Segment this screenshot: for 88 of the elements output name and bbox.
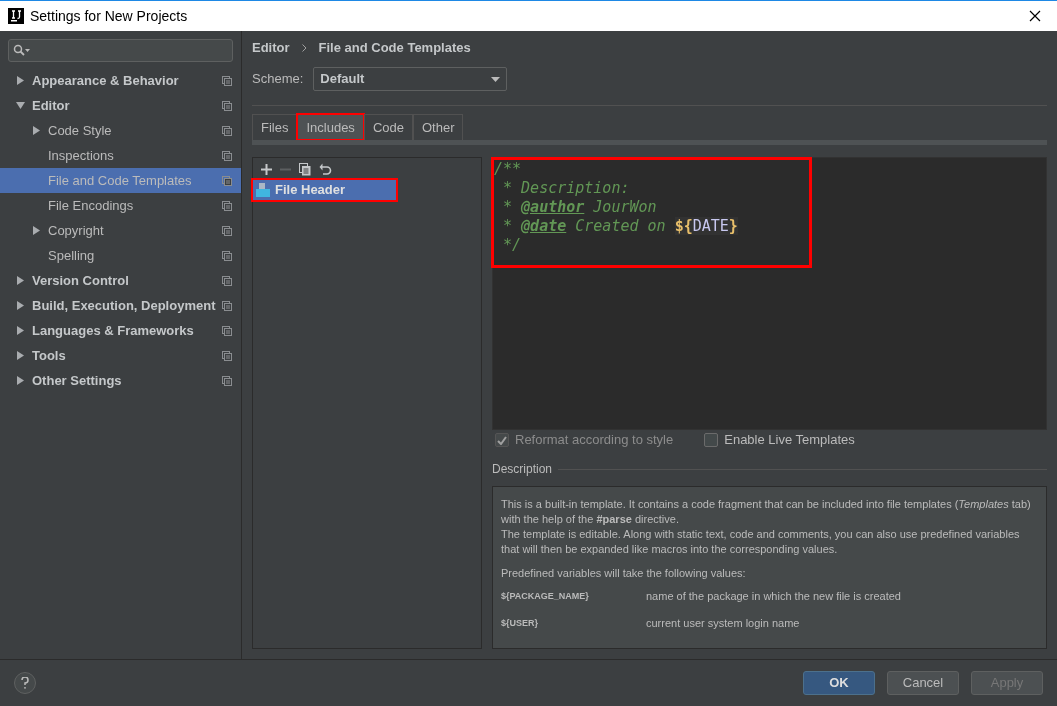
tree-item[interactable]: Languages & Frameworks xyxy=(0,318,241,343)
tree-item-label: File and Code Templates xyxy=(48,171,193,190)
app-logo-icon xyxy=(8,8,24,24)
description-text: Predefined variables will take the following values: xyxy=(501,566,747,581)
expand-arrow-icon[interactable] xyxy=(16,301,25,310)
tree-item[interactable]: Other Settings xyxy=(0,368,241,393)
tree-item-label: Languages & Frameworks xyxy=(32,321,195,340)
description-text: This is a built-in template. It contains a code fragment that can be included into file templates (Templates tab) with the help of the #parse directive. xyxy=(501,497,1032,527)
tree-item[interactable]: Appearance & Behavior xyxy=(0,68,241,93)
code-line: /** xyxy=(494,160,523,179)
copy-icon xyxy=(222,350,232,361)
tree-item-label: Inspections xyxy=(48,146,115,165)
expand-arrow-icon[interactable] xyxy=(16,276,25,285)
variable-name: ${USER} xyxy=(501,617,539,630)
breadcrumb-item: File and Code Templates xyxy=(318,39,471,58)
expand-arrow-icon[interactable] xyxy=(32,226,41,235)
template-item[interactable]: File Header xyxy=(253,180,396,200)
tree-item-label: Version Control xyxy=(32,271,130,290)
copy-icon xyxy=(222,375,232,386)
expand-arrow-icon[interactable] xyxy=(16,351,25,360)
code-line: * @date Created on ${DATE} xyxy=(502,217,739,236)
tree-item[interactable]: Tools xyxy=(0,343,241,368)
tree-item-label: Build, Execution, Deployment xyxy=(32,296,217,315)
dialog-button[interactable]: OK xyxy=(803,671,875,695)
copy-icon xyxy=(222,300,232,311)
copy-icon xyxy=(222,325,232,336)
copy-icon xyxy=(222,225,232,236)
tree-item-label: Copyright xyxy=(48,221,105,240)
tree-item[interactable]: Spelling xyxy=(0,243,241,268)
tab[interactable]: Code xyxy=(363,114,413,140)
tree-item[interactable]: Copyright xyxy=(0,218,241,243)
checkbox[interactable] xyxy=(704,433,719,447)
checkbox-label: Enable Live Templates xyxy=(724,431,855,450)
tree-item[interactable]: Version Control xyxy=(0,268,241,293)
file-icon xyxy=(255,182,271,198)
copy-icon xyxy=(222,75,232,86)
tree-item[interactable]: Inspections xyxy=(0,143,241,168)
copy-icon[interactable] xyxy=(299,162,311,176)
scheme-label: Scheme: xyxy=(252,70,304,89)
tree-item[interactable]: Editor xyxy=(0,93,241,118)
description-text: The template is editable. Along with static text, code and comments, you can also use predefined variables that will then be expanded like macros into the corresponding values. xyxy=(501,527,1021,557)
copy-icon xyxy=(222,125,232,136)
tree-item-label: Appearance & Behavior xyxy=(32,71,180,90)
tree-item-label: Editor xyxy=(32,96,71,115)
undo-icon[interactable] xyxy=(319,163,332,175)
code-line: */ xyxy=(502,236,523,255)
chevron-right-icon xyxy=(301,44,307,52)
search-field[interactable] xyxy=(8,39,233,62)
expand-arrow-icon[interactable] xyxy=(16,326,25,335)
expand-arrow-icon[interactable] xyxy=(32,126,41,135)
tree-item-label: Code Style xyxy=(48,121,113,140)
breadcrumb-item: Editor xyxy=(252,39,290,58)
help-icon xyxy=(21,677,29,689)
tree-item-label: Spelling xyxy=(48,246,96,265)
dropdown-caret-icon xyxy=(491,76,501,82)
dialog-button[interactable]: Cancel xyxy=(887,671,959,695)
tree-item[interactable]: Build, Execution, Deployment xyxy=(0,293,241,318)
tab[interactable]: Other xyxy=(412,114,464,140)
search-icon xyxy=(13,44,31,57)
copy-icon xyxy=(222,100,232,111)
copy-icon xyxy=(222,200,232,211)
variable-description: current user system login name xyxy=(646,616,800,631)
variable-description: name of the package in which the new file is created xyxy=(646,589,901,604)
tree-item[interactable]: Code Style xyxy=(0,118,241,143)
code-editor[interactable]: /** * Description: * @author JourWon * @date Created on ${DATE} */ xyxy=(492,157,1047,430)
tree-item-label: Tools xyxy=(32,346,67,365)
add-icon[interactable] xyxy=(261,163,272,175)
expand-arrow-icon[interactable] xyxy=(16,76,25,85)
copy-icon xyxy=(222,175,232,186)
tab[interactable]: Includes xyxy=(297,114,364,140)
code-line: * Description: xyxy=(502,179,631,198)
copy-icon xyxy=(222,250,232,261)
help-button[interactable] xyxy=(14,672,36,694)
close-icon[interactable] xyxy=(1029,10,1041,22)
tab[interactable]: Files xyxy=(252,114,298,140)
tree-item-label: Other Settings xyxy=(32,371,123,390)
collapse-arrow-icon[interactable] xyxy=(16,101,25,110)
expand-arrow-icon[interactable] xyxy=(16,376,25,385)
scheme-dropdown[interactable]: Default xyxy=(313,67,508,91)
tree-item-label: File Encodings xyxy=(48,196,135,215)
copy-icon xyxy=(222,275,232,286)
copy-icon xyxy=(222,150,232,161)
variable-name: ${PACKAGE_NAME} xyxy=(501,590,590,603)
code-line: * @author JourWon xyxy=(502,198,658,217)
tree-item[interactable]: File Encodings xyxy=(0,193,241,218)
section-title: Description xyxy=(492,461,553,478)
window-title: Settings for New Projects xyxy=(30,6,188,26)
checkbox-label: Reformat according to style xyxy=(515,431,674,450)
